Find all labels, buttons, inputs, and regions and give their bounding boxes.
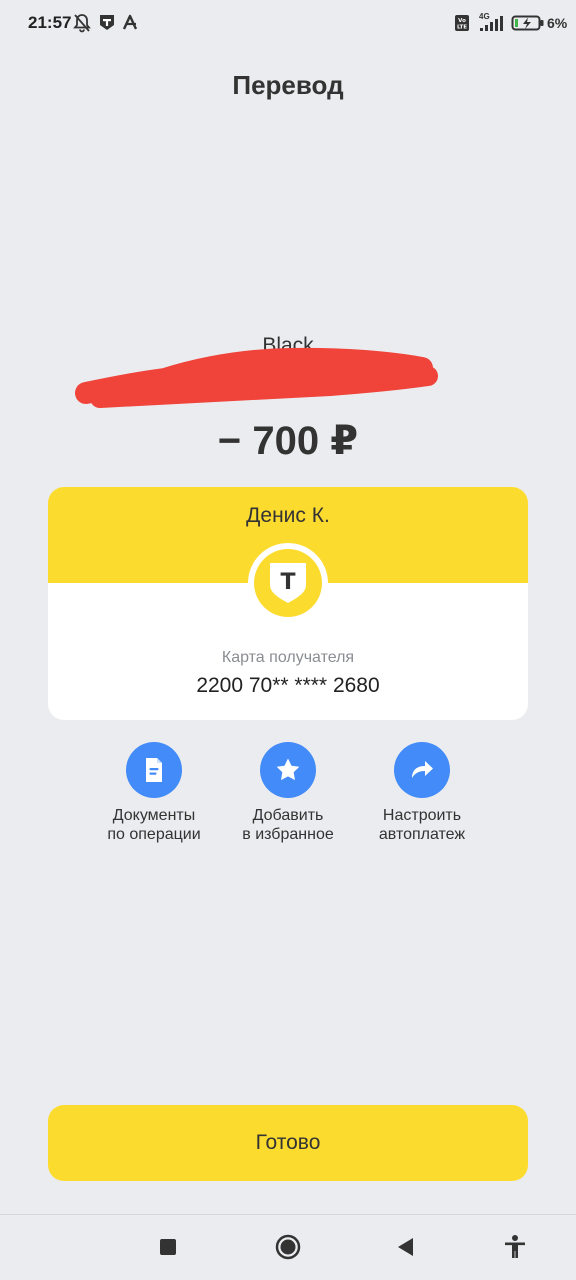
document-icon <box>146 758 162 782</box>
bank-logo-icon: Т <box>248 543 328 623</box>
done-button[interactable]: Готово <box>48 1105 528 1181</box>
card-label: Карта получателя <box>221 649 355 666</box>
page-title: Перевод <box>232 70 344 100</box>
status-bar: 21:57 Vo LTE 4G 6% <box>0 0 576 46</box>
documents-button[interactable]: Документы по операции <box>84 742 224 844</box>
home-button[interactable] <box>271 1230 305 1264</box>
svg-text:Vo: Vo <box>458 18 466 24</box>
autopay-label-line2: автоплатеж <box>378 826 466 843</box>
redaction-scribble <box>75 347 438 408</box>
signal-icon <box>480 16 503 31</box>
action-circle <box>126 742 182 798</box>
add-favorite-label-line2: в избранное <box>242 826 334 843</box>
documents-label-line2: по операции <box>107 826 201 843</box>
card-number: 2200 70** **** 2680 <box>196 674 380 697</box>
back-button[interactable] <box>388 1230 422 1264</box>
recent-apps-icon <box>160 1239 176 1255</box>
documents-label-line1: Документы <box>112 807 196 824</box>
add-favorite-button[interactable]: Добавить в избранное <box>218 742 358 844</box>
star-icon <box>276 758 300 781</box>
bank-app-icon <box>100 15 114 30</box>
add-favorite-label-line1: Добавить <box>252 807 324 824</box>
autopay-button[interactable]: Настроить автоплатеж <box>352 742 492 844</box>
battery-charging-icon <box>511 15 544 31</box>
recent-apps-button[interactable] <box>151 1230 185 1264</box>
accessibility-button[interactable] <box>498 1230 532 1264</box>
bank-logo-letter: Т <box>280 570 295 595</box>
volte-icon: Vo LTE <box>455 15 469 31</box>
documents-label: Документы по операции <box>84 806 224 844</box>
share-arrow-icon <box>412 761 433 778</box>
recipient-card: Денис К. Т Карта получателя 2200 70** **… <box>48 487 528 720</box>
nav-divider <box>0 1214 576 1215</box>
home-icon <box>275 1234 301 1260</box>
back-icon <box>398 1238 413 1256</box>
bell-off-icon <box>73 14 91 33</box>
transfer-receipt-screen: 21:57 Vo LTE 4G 6% Перевод Black − 700 ₽… <box>0 0 576 1280</box>
recipient-name: Денис К. <box>246 504 330 527</box>
action-circle <box>260 742 316 798</box>
battery-percent: 6% <box>547 15 568 31</box>
svg-text:LTE: LTE <box>457 25 467 31</box>
transfer-amount: − 700 ₽ <box>217 419 359 463</box>
add-favorite-label: Добавить в избранное <box>218 806 358 844</box>
autopay-label-line1: Настроить <box>382 807 462 824</box>
action-circle <box>394 742 450 798</box>
a-icon <box>122 14 138 30</box>
status-time: 21:57 <box>28 13 72 32</box>
autopay-label: Настроить автоплатеж <box>352 806 492 844</box>
accessibility-icon <box>505 1235 525 1258</box>
